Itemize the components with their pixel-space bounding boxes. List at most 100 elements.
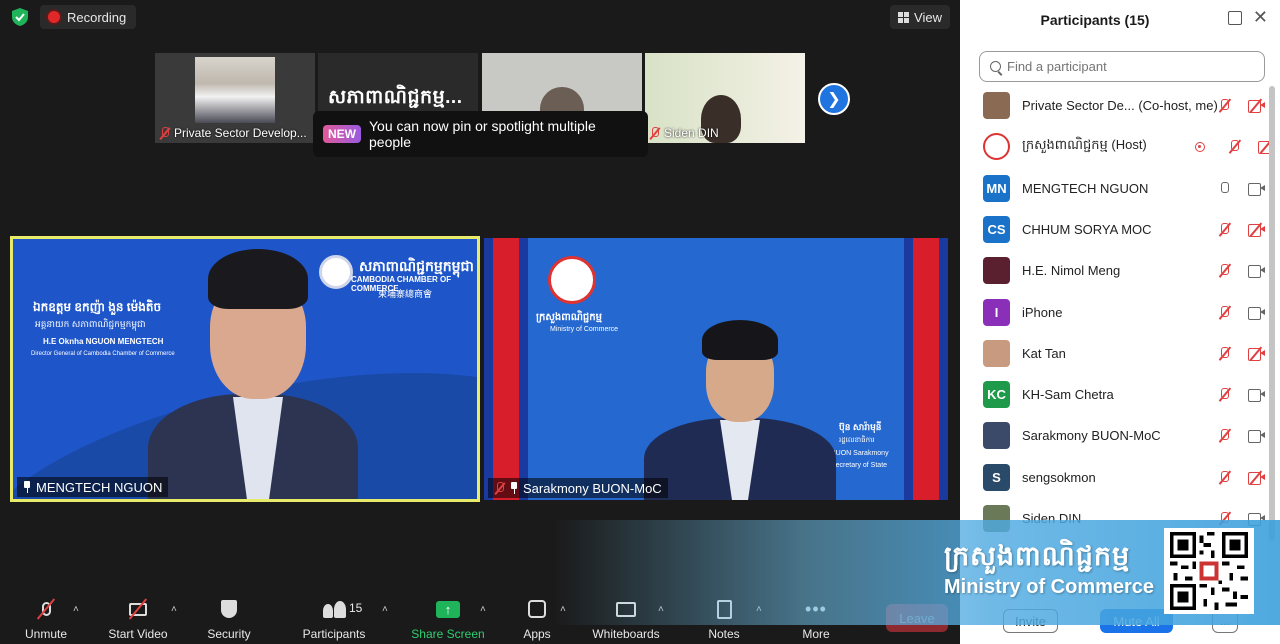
avatar: CS <box>983 215 1010 243</box>
invite-button[interactable]: Invite <box>1003 609 1058 633</box>
apps-button[interactable]: Apps <box>518 592 556 644</box>
search-input[interactable] <box>1007 59 1247 74</box>
video-icon[interactable] <box>1248 306 1265 320</box>
participants-icon: 15 <box>321 597 362 621</box>
mute-all-button[interactable]: Mute All <box>1100 609 1173 633</box>
unmute-label: Unmute <box>24 627 68 641</box>
cambodia-flag-right <box>904 238 948 500</box>
participant-row[interactable]: KC KH-Sam Chetra <box>960 374 1270 415</box>
start-video-label: Start Video <box>108 627 168 641</box>
mic-muted-icon[interactable] <box>1220 305 1229 319</box>
participant-row[interactable]: Ssengsokmon <box>960 457 1270 498</box>
video-icon[interactable] <box>1248 182 1265 196</box>
group-photo-image <box>195 57 275 123</box>
video-icon[interactable] <box>1248 265 1265 279</box>
mic-muted-icon[interactable] <box>1220 388 1229 401</box>
participant-row[interactable]: ក្រសួងពាណិជ្ជកម្ម (Host) <box>960 126 1275 167</box>
security-button[interactable]: Security <box>202 592 256 644</box>
next-page-button[interactable]: ❯ <box>818 83 850 115</box>
audio-options-chevron-icon[interactable]: ˄ <box>73 604 79 615</box>
participant-row[interactable]: Private Sector De... (Co-host, me) <box>960 85 1270 126</box>
video-off-icon[interactable] <box>1248 470 1265 485</box>
new-badge: NEW <box>323 125 361 143</box>
mic-muted-icon[interactable] <box>1220 512 1229 525</box>
feature-tooltip[interactable]: NEW You can now pin or spotlight multipl… <box>313 111 648 157</box>
muted-mic-icon <box>159 126 170 140</box>
participant-row[interactable]: MN MENGTECH NGUON <box>960 168 1270 209</box>
share-screen-button[interactable]: ↑ Share Screen <box>410 592 486 644</box>
mic-muted-icon[interactable] <box>1220 99 1229 112</box>
thumbnail-name: Siden DIN <box>664 126 719 140</box>
thumbnail-video[interactable]: Siden DIN <box>645 53 805 143</box>
mic-icon[interactable] <box>1220 181 1229 195</box>
video-name: MENGTECH NGUON <box>36 479 163 495</box>
close-icon[interactable]: ✕ <box>1253 7 1268 28</box>
ministry-name-kh: ក្រសួងពាណិជ្ជកម្ម <box>536 312 602 323</box>
mic-muted-icon[interactable] <box>1220 222 1229 236</box>
encryption-shield-icon[interactable] <box>10 7 30 27</box>
recording-dot-icon <box>48 11 60 23</box>
video-icon[interactable] <box>1248 513 1265 526</box>
participants-options-chevron-icon[interactable]: ˄ <box>382 604 388 615</box>
video-off-icon[interactable] <box>1248 346 1265 361</box>
muted-mic-icon <box>649 126 660 140</box>
thumbnail-video[interactable]: Private Sector Develop... <box>155 53 315 143</box>
video-off-icon[interactable] <box>1248 98 1265 113</box>
mic-muted-icon[interactable] <box>1220 264 1229 277</box>
participant-name: KH-Sam Chetra <box>1022 387 1114 403</box>
unmute-button[interactable]: Unmute <box>18 592 74 644</box>
avatar: I <box>983 298 1010 326</box>
speaker-role-kh: អគ្គនាយក សភាពាណិជ្ជកម្មកម្ពុជា <box>35 319 146 329</box>
muted-microphone-icon <box>33 597 59 621</box>
participant-row[interactable]: Sarakmony BUON-MoC <box>960 415 1270 456</box>
start-video-button[interactable]: Start Video <box>104 592 172 644</box>
apps-options-chevron-icon[interactable]: ˄ <box>560 604 566 615</box>
search-icon <box>990 61 1001 72</box>
person-name-en: BUON Sarakmony <box>831 450 889 457</box>
avatar: S <box>983 463 1010 491</box>
participant-name: iPhone <box>1022 304 1063 320</box>
pop-out-icon[interactable] <box>1228 11 1242 25</box>
whiteboards-button[interactable]: Whiteboards <box>588 592 664 644</box>
whiteboard-options-chevron-icon[interactable]: ˄ <box>658 604 664 615</box>
participant-row[interactable]: Kat Tan <box>960 333 1270 374</box>
notes-button[interactable]: Notes <box>704 592 744 644</box>
participant-search-field[interactable] <box>979 51 1265 82</box>
mic-muted-icon[interactable] <box>1220 470 1229 484</box>
more-label: More <box>802 627 830 641</box>
video-options-chevron-icon[interactable]: ˄ <box>171 604 177 615</box>
participant-row[interactable]: CS CHHUM SORYA MOC <box>960 209 1270 250</box>
avatar <box>983 257 1010 285</box>
participant-name: Kat Tan <box>1022 345 1066 361</box>
mic-muted-icon[interactable] <box>1220 429 1229 442</box>
qr-code-icon <box>1170 532 1248 610</box>
mic-muted-icon[interactable] <box>1220 346 1229 360</box>
thumbnail-title-text: សភាពាណិជ្ជកម្ម... <box>328 87 463 108</box>
leave-button[interactable]: Leave <box>886 604 948 632</box>
participant-row[interactable]: IiPhone <box>960 292 1270 333</box>
video-icon[interactable] <box>1248 389 1265 403</box>
pin-icon <box>510 482 518 494</box>
view-button[interactable]: View <box>890 5 950 29</box>
qr-code-image <box>1164 528 1254 614</box>
mic-muted-icon[interactable] <box>1230 140 1239 153</box>
video-off-icon[interactable] <box>1248 222 1265 237</box>
participant-row[interactable]: H.E. Nimol Meng <box>960 250 1270 291</box>
recording-indicator[interactable]: Recording <box>40 5 137 29</box>
ministry-seal-logo <box>548 256 596 304</box>
video-name-tag: MENGTECH NGUON <box>17 477 169 497</box>
share-screen-label: Share Screen <box>411 627 485 641</box>
participant-name: MENGTECH NGUON <box>1022 180 1149 196</box>
shield-icon <box>216 597 242 621</box>
participants-button[interactable]: 15 Participants <box>298 592 370 644</box>
scrollbar[interactable] <box>1269 86 1275 541</box>
avatar: MN <box>983 174 1010 202</box>
cambodia-flag-left <box>484 238 528 500</box>
more-button[interactable]: ••• More <box>796 592 836 644</box>
notes-options-chevron-icon[interactable]: ˄ <box>756 604 762 615</box>
video-tile-active-speaker[interactable]: សភាពាណិជ្ជកម្មកម្ពុជា CAMBODIA CHAMBER O… <box>10 236 480 502</box>
video-icon[interactable] <box>1248 430 1265 444</box>
share-options-chevron-icon[interactable]: ˄ <box>480 604 486 615</box>
video-tile[interactable]: ក្រសួងពាណិជ្ជកម្ម Ministry of Commerce ប… <box>484 238 948 500</box>
avatar <box>983 422 1010 450</box>
